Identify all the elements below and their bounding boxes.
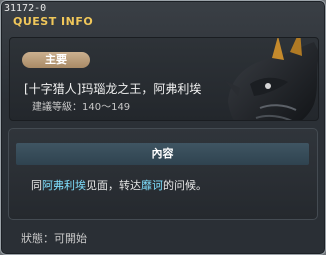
window-title: QUEST INFO [13,15,94,28]
recommended-level: 建議等級：140～149 [32,102,131,113]
quest-info-window: 31172-0 QUEST INFO 主要 [十字猎人]玛瑙龙之王，阿弗利埃 建… [0,0,326,255]
quest-header-panel: 主要 [十字猎人]玛瑙龙之王，阿弗利埃 建議等級：140～149 [9,37,319,121]
quest-id: 31172-0 [4,3,47,14]
desc-text: 同 [31,179,42,192]
quest-status: 狀態：可開始 [21,232,87,245]
content-section-header: 內容 [16,143,309,165]
dragon-portrait-icon [224,38,318,120]
quest-type-badge: 主要 [22,52,90,68]
npc-name-link[interactable]: 阿弗利埃 [42,179,86,192]
desc-text: 的问候。 [163,179,207,192]
desc-text: 见面，转达 [86,179,141,192]
quest-content-panel: 內容 同阿弗利埃见面，转达靡诃的问候。 [8,128,318,220]
npc-name-link[interactable]: 靡诃 [141,179,163,192]
quest-name: [十字猎人]玛瑙龙之王，阿弗利埃 [24,82,202,96]
quest-description: 同阿弗利埃见面，转达靡诃的问候。 [31,177,207,193]
